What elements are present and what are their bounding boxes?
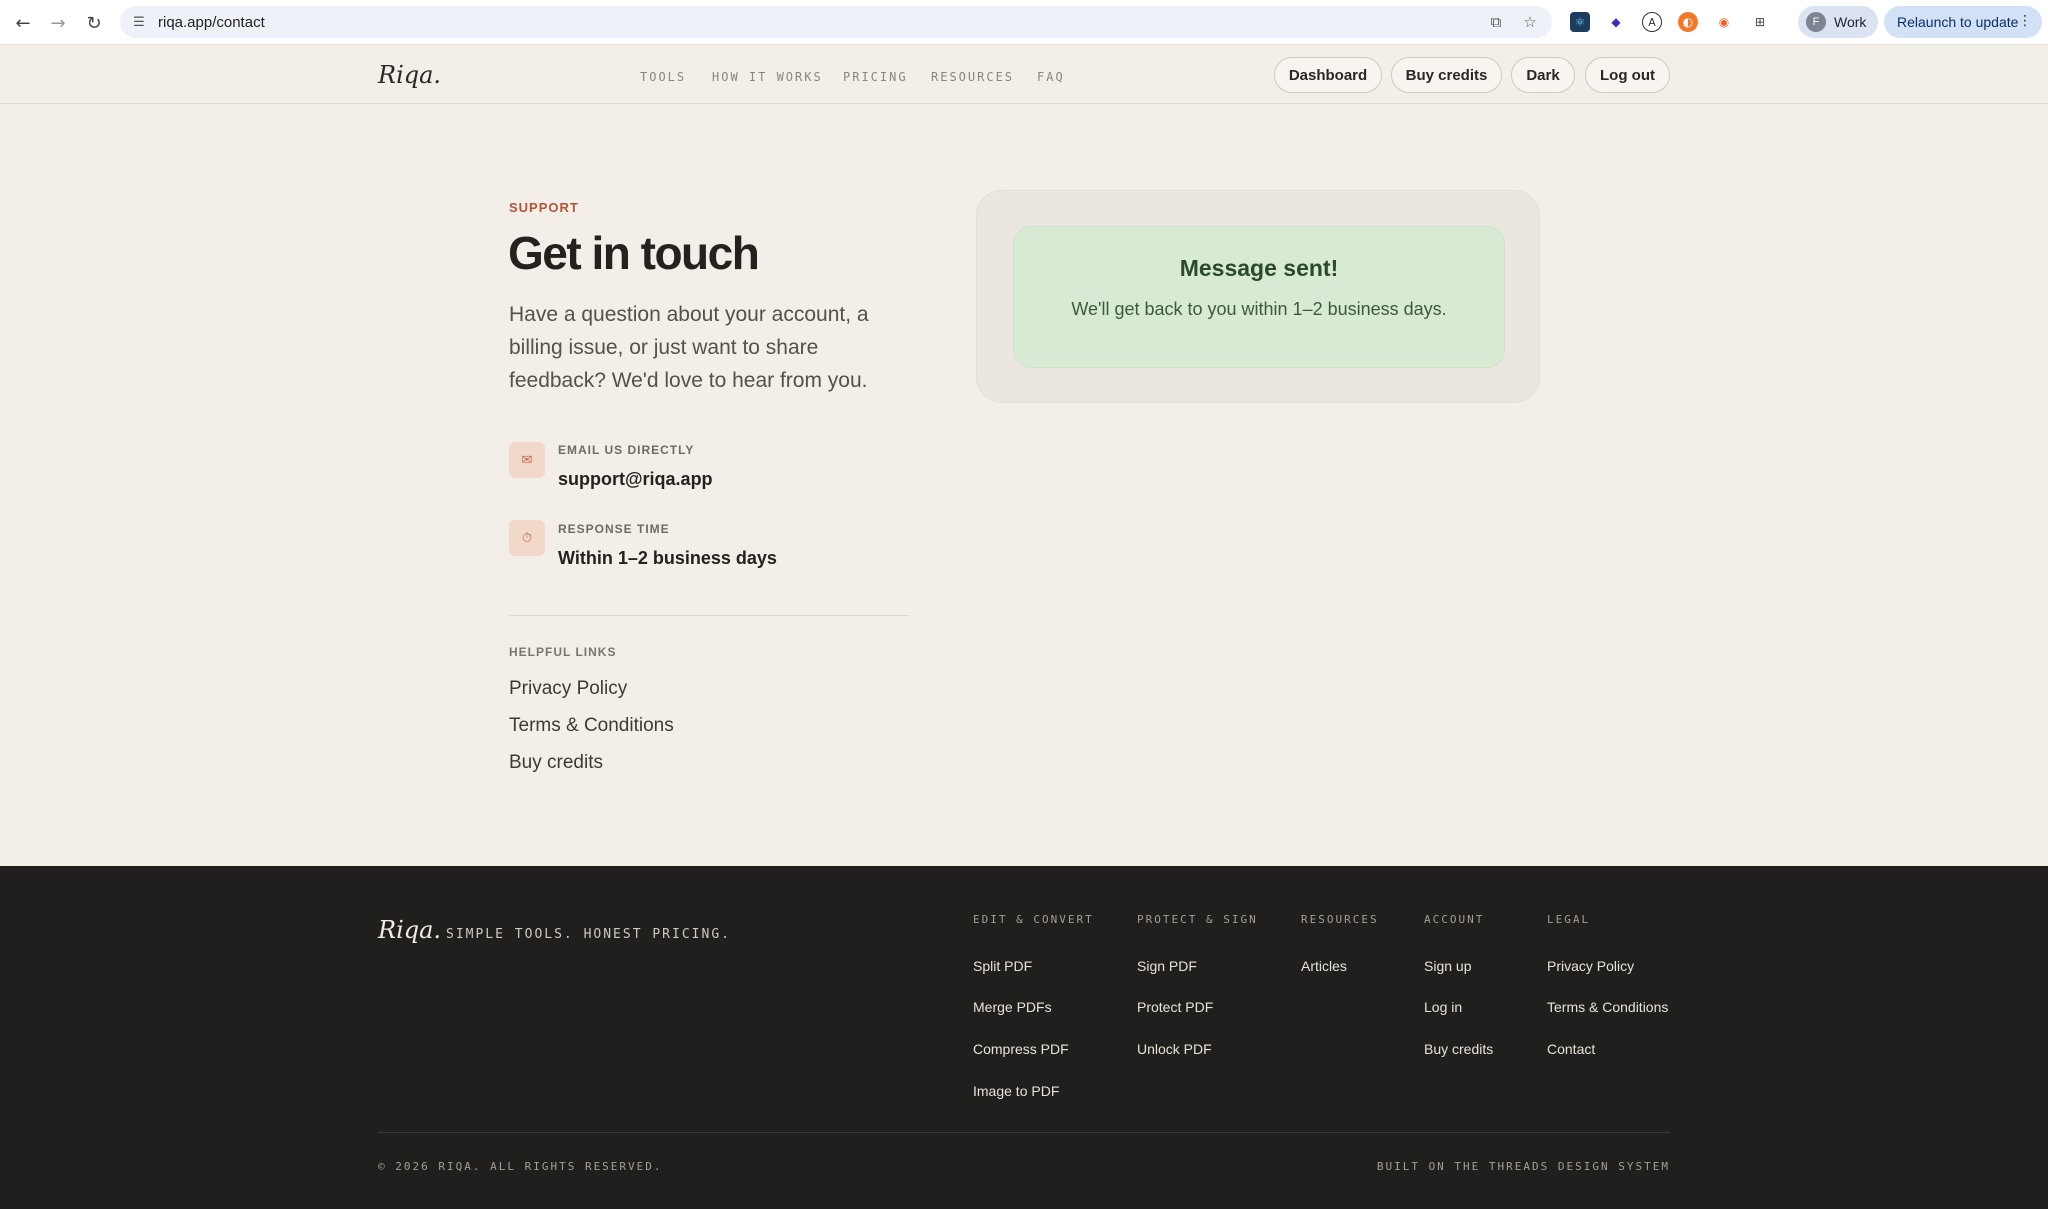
footer-link-privacy-policy[interactable]: Privacy Policy (1547, 958, 1634, 974)
footer-link-log-in[interactable]: Log in (1424, 999, 1462, 1015)
footer-link-protect-pdf[interactable]: Protect PDF (1137, 999, 1213, 1015)
footer-link-split-pdf[interactable]: Split PDF (973, 958, 1032, 974)
site-settings-icon[interactable]: ☰ (130, 13, 148, 31)
extensions-puzzle-icon[interactable]: ⊞ (1750, 12, 1770, 32)
extension-a-icon[interactable]: A (1642, 12, 1662, 32)
nav-faq[interactable]: FAQ (1037, 70, 1065, 84)
install-app-icon[interactable]: ⧉ (1486, 12, 1506, 32)
footer-divider (378, 1132, 1670, 1133)
response-time-label: RESPONSE TIME (558, 522, 670, 536)
footer-link-unlock-pdf[interactable]: Unlock PDF (1137, 1041, 1212, 1057)
footer-link-contact[interactable]: Contact (1547, 1041, 1595, 1057)
address-bar[interactable]: ☰ riqa.app/contact ⧉ ☆ (120, 6, 1552, 38)
profile-chip[interactable]: F Work (1798, 6, 1878, 38)
bookmark-star-icon[interactable]: ☆ (1520, 12, 1540, 32)
helpful-link-privacy-policy[interactable]: Privacy Policy (509, 678, 627, 700)
copyright: © 2026 RIQA. ALL RIGHTS RESERVED. (378, 1160, 663, 1173)
email-label: EMAIL US DIRECTLY (558, 443, 695, 457)
site-header: Riqa. TOOLS HOW IT WORKS PRICING RESOURC… (0, 45, 2048, 104)
extension-diamond-icon[interactable]: ◆ (1606, 12, 1626, 32)
extension-react-icon[interactable]: ⚛ (1570, 12, 1590, 32)
helpful-links-heading: HELPFUL LINKS (509, 645, 617, 659)
page-title: Get in touch (508, 227, 760, 279)
log-out-button[interactable]: Log out (1585, 57, 1670, 93)
footer-link-sign-up[interactable]: Sign up (1424, 958, 1471, 974)
built-on-note: BUILT ON THE THREADS DESIGN SYSTEM (1376, 1160, 1670, 1173)
nav-resources[interactable]: RESOURCES (931, 70, 1014, 84)
contact-form-card: Message sent! We'll get back to you with… (976, 190, 1540, 403)
nav-how-it-works[interactable]: HOW IT WORKS (712, 70, 823, 84)
site-logo[interactable]: Riqa. (378, 61, 441, 89)
footer-link-articles[interactable]: Articles (1301, 958, 1347, 974)
browser-toolbar: ← → ↻ ☰ riqa.app/contact ⧉ ☆ ⚛ ◆ A ◐ ◉ ⊞… (0, 0, 2048, 45)
footer-heading-resources: RESOURCES (1301, 913, 1379, 926)
url-text[interactable]: riqa.app/contact (158, 14, 265, 31)
footer-link-terms[interactable]: Terms & Conditions (1547, 999, 1668, 1015)
profile-avatar: F (1806, 12, 1826, 32)
nav-pricing[interactable]: PRICING (843, 70, 908, 84)
clock-icon: ⏱ (509, 520, 545, 556)
response-time-value: Within 1–2 business days (558, 548, 777, 568)
divider (509, 615, 909, 616)
footer-link-sign-pdf[interactable]: Sign PDF (1137, 958, 1197, 974)
footer-link-compress-pdf[interactable]: Compress PDF (973, 1041, 1069, 1057)
relaunch-button[interactable]: Relaunch to update ⋮ (1884, 6, 2042, 38)
extension-orange-icon[interactable]: ◐ (1678, 12, 1698, 32)
buy-credits-button[interactable]: Buy credits (1391, 57, 1502, 93)
footer-link-merge-pdfs[interactable]: Merge PDFs (973, 999, 1052, 1015)
email-icon: ✉ (509, 442, 545, 478)
footer-heading-edit-convert: EDIT & CONVERT (973, 913, 1094, 926)
dark-mode-button[interactable]: Dark (1511, 57, 1575, 93)
success-text: We'll get back to you within 1–2 busines… (1071, 299, 1447, 319)
site-footer: Riqa. SIMPLE TOOLS. HONEST PRICING. EDIT… (0, 866, 2048, 1209)
page-lead: Have a question about your account, a bi… (509, 303, 869, 392)
extension-swirl-icon[interactable]: ◉ (1714, 12, 1734, 32)
forward-arrow-icon[interactable]: → (45, 10, 71, 36)
footer-link-image-to-pdf[interactable]: Image to PDF (973, 1083, 1059, 1099)
support-email-link[interactable]: support@riqa.app (558, 469, 713, 490)
footer-tagline: SIMPLE TOOLS. HONEST PRICING. (446, 927, 731, 942)
relaunch-label: Relaunch to update (1897, 14, 2019, 30)
footer-heading-legal: LEGAL (1547, 913, 1591, 926)
footer-link-buy-credits[interactable]: Buy credits (1424, 1041, 1493, 1057)
helpful-link-buy-credits[interactable]: Buy credits (509, 752, 603, 774)
success-title: Message sent! (1179, 255, 1339, 281)
profile-name: Work (1834, 14, 1867, 30)
more-menu-icon[interactable]: ⋮ (2018, 13, 2032, 29)
reload-icon[interactable]: ↻ (81, 10, 107, 36)
dashboard-button[interactable]: Dashboard (1274, 57, 1382, 93)
success-message: Message sent! We'll get back to you with… (1013, 226, 1505, 368)
nav-tools[interactable]: TOOLS (640, 70, 686, 84)
section-eyebrow: SUPPORT (509, 200, 579, 215)
footer-logo[interactable]: Riqa. (378, 916, 441, 944)
helpful-link-terms[interactable]: Terms & Conditions (509, 715, 674, 737)
footer-heading-protect-sign: PROTECT & SIGN (1137, 913, 1258, 926)
back-arrow-icon[interactable]: ← (10, 10, 36, 36)
footer-heading-account: ACCOUNT (1424, 913, 1485, 926)
